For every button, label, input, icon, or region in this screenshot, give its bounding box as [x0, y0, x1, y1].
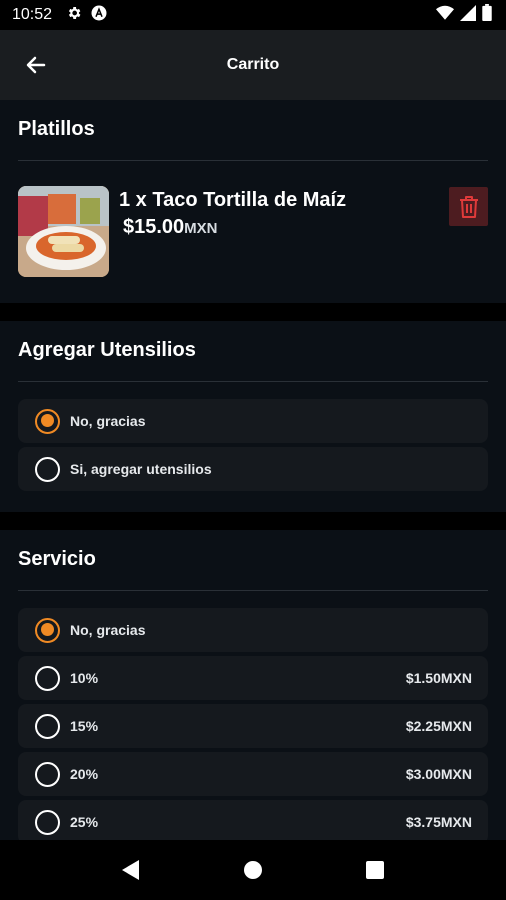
servicio-option-15[interactable]: 15% $2.25MXN [18, 704, 488, 748]
section-title-servicio: Servicio [18, 548, 96, 570]
option-price: $1.50MXN [405, 670, 472, 686]
status-bar: 10:52 [0, 0, 506, 30]
servicio-option-25[interactable]: 25% $3.75MXN [18, 800, 488, 840]
option-label: 10% [70, 670, 99, 686]
servicio-options: No, gracias 10% $1.50MXN 15% $2.25MXN 20… [0, 591, 506, 840]
section-title-platillos: Platillos [18, 118, 95, 140]
utensilios-section: Agregar Utensilios No, gracias Si, agreg… [0, 321, 506, 512]
item-price-currency: MXN [184, 220, 218, 237]
recents-square-icon [366, 861, 384, 879]
utensilios-option-no[interactable]: No, gracias [18, 399, 488, 443]
servicio-section: Servicio No, gracias 10% $1.50MXN 15% $2… [0, 530, 506, 840]
utensilios-options: No, gracias Si, agregar utensilios [0, 382, 506, 491]
platillos-section: Platillos 1 x Taco Tortilla de Maíz $15.… [0, 100, 506, 303]
option-price: $3.75MXN [405, 814, 472, 830]
dish-image [18, 186, 109, 277]
option-label: 20% [70, 766, 99, 782]
servicio-option-no[interactable]: No, gracias [18, 608, 488, 652]
wifi-icon [436, 5, 454, 26]
servicio-option-20[interactable]: 20% $3.00MXN [18, 752, 488, 796]
status-time: 10:52 [12, 6, 53, 23]
radio-unselected[interactable] [35, 809, 60, 835]
battery-icon [482, 4, 492, 26]
radio-selected[interactable] [35, 408, 60, 434]
app-bar: Carrito [0, 30, 506, 100]
radio-unselected[interactable] [35, 456, 60, 482]
cart-item: 1 x Taco Tortilla de Maíz $15.00 MXN [18, 186, 488, 278]
item-name: 1 x Taco Tortilla de Maíz [119, 189, 347, 211]
option-label: No, gracias [70, 622, 146, 638]
option-label: 25% [70, 814, 99, 830]
servicio-option-10[interactable]: 10% $1.50MXN [18, 656, 488, 700]
option-price: $2.25MXN [405, 718, 472, 734]
radio-unselected[interactable] [35, 761, 60, 787]
radio-unselected[interactable] [35, 665, 60, 691]
utensilios-option-yes[interactable]: Si, agregar utensilios [18, 447, 488, 491]
nav-back-button[interactable] [111, 850, 151, 890]
home-circle-icon [244, 861, 262, 879]
nav-recents-button[interactable] [355, 850, 395, 890]
radio-selected[interactable] [35, 617, 60, 643]
radio-unselected[interactable] [35, 713, 60, 739]
nav-home-button[interactable] [233, 850, 273, 890]
a-circle-icon [90, 4, 108, 27]
option-label: Si, agregar utensilios [70, 461, 212, 477]
page-title: Carrito [226, 56, 280, 73]
trash-icon [459, 195, 478, 218]
option-label: No, gracias [70, 413, 146, 429]
item-price: $15.00 MXN [123, 216, 218, 239]
back-triangle-icon [122, 860, 139, 880]
cart-content[interactable]: Platillos 1 x Taco Tortilla de Maíz $15.… [0, 100, 506, 840]
option-price: $3.00MXN [405, 766, 472, 782]
gear-icon [66, 5, 82, 26]
arrow-left-icon [26, 56, 46, 74]
signal-icon [460, 4, 476, 26]
section-title-utensilios: Agregar Utensilios [18, 339, 196, 361]
system-nav-bar [0, 840, 506, 900]
item-price-amount: $15.00 [123, 216, 185, 238]
delete-item-button[interactable] [449, 187, 488, 226]
option-label: 15% [70, 718, 99, 734]
divider [18, 160, 488, 161]
back-button[interactable] [18, 50, 54, 80]
